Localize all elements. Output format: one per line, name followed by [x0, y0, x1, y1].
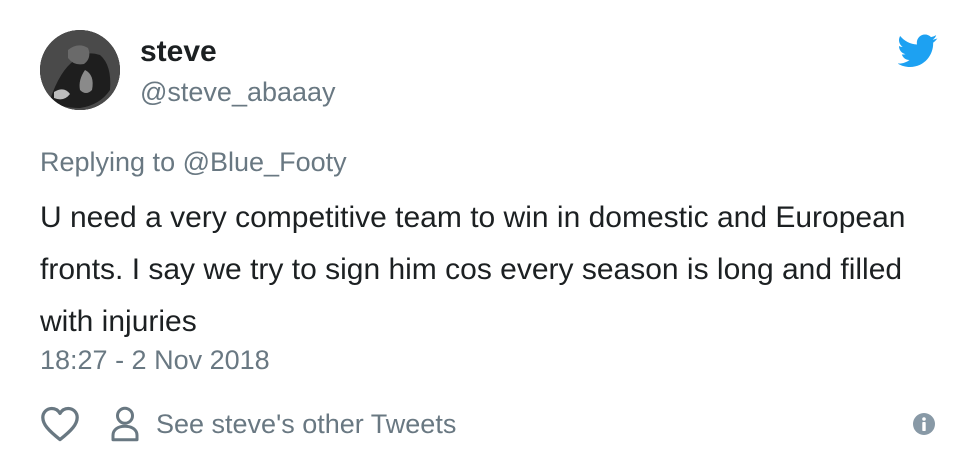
- heart-icon[interactable]: [40, 406, 80, 442]
- tweet-text: U need a very competitive team to win in…: [40, 201, 906, 338]
- tweet-actions: See steve's other Tweets: [40, 404, 940, 444]
- tweet-timestamp[interactable]: 18:27 - 2 Nov 2018: [40, 344, 270, 376]
- avatar-image: [40, 30, 120, 110]
- author-handle[interactable]: @steve_abaaay: [140, 76, 336, 108]
- info-icon[interactable]: [912, 412, 936, 436]
- replying-to-handle-link[interactable]: @Blue_Footy: [183, 147, 347, 177]
- avatar[interactable]: [40, 30, 120, 110]
- see-other-tweets-label: See steve's other Tweets: [156, 408, 457, 439]
- replying-to: Replying to @Blue_Footy: [40, 146, 347, 178]
- twitter-bird-icon[interactable]: [898, 34, 938, 68]
- tweet-card: steve @steve_abaaay Replying to @Blue_Fo…: [0, 0, 980, 468]
- replying-to-prefix: Replying to: [40, 147, 176, 177]
- author-display-name[interactable]: steve: [140, 34, 217, 70]
- person-icon: [111, 406, 139, 442]
- see-other-tweets-button[interactable]: See steve's other Tweets: [110, 404, 456, 444]
